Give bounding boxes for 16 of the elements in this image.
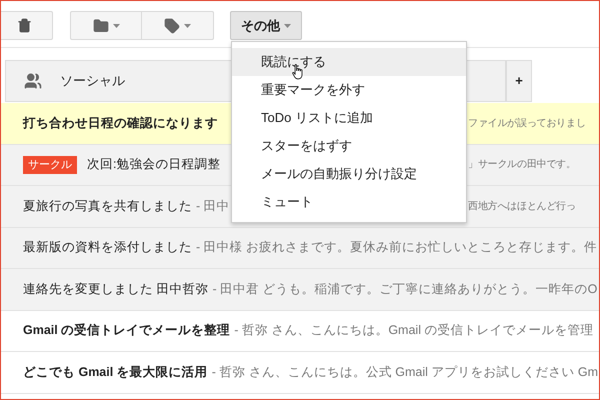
- message-snippet: - 田中君 どうも。稲浦です。ご丁寧に連絡ありがとう。一昨年のO: [212, 280, 598, 298]
- label-tag: サークル: [23, 156, 77, 174]
- message-snippet: - 田中様 お疲れさまです。夏休み前にお忙しいところと存じます。件: [196, 239, 598, 256]
- message-subject: どこでも Gmail を最大限に活用: [23, 364, 208, 381]
- message-subject: 夏旅行の写真を共有しました: [23, 198, 192, 215]
- message-snippet: ファイルが誤っておりまし: [468, 116, 586, 131]
- message-snippet: - 哲弥 さん、こんにちは。公式 Gmail アプリをお試しください Gm: [212, 364, 598, 381]
- message-subject: 連絡先を変更しました 田中哲弥: [23, 280, 208, 298]
- message-subject: Gmail の受信トレイでメールを整理: [23, 322, 230, 340]
- message-snippet: - 田中: [196, 198, 230, 215]
- message-snippet: - 哲弥 さん、こんにちは。Gmail の受信トレイでメールを管理: [234, 322, 594, 340]
- message-subject: 打ち合わせ日程の確認になります: [23, 114, 218, 132]
- message-snippet: 」サークルの田中です。: [468, 158, 576, 172]
- message-subject: 最新版の資料を添付しました: [23, 239, 192, 256]
- message-subject: 次回:勉強会の日程調整: [87, 156, 220, 174]
- message-snippet: 西地方へはほとんど行っ: [468, 200, 576, 214]
